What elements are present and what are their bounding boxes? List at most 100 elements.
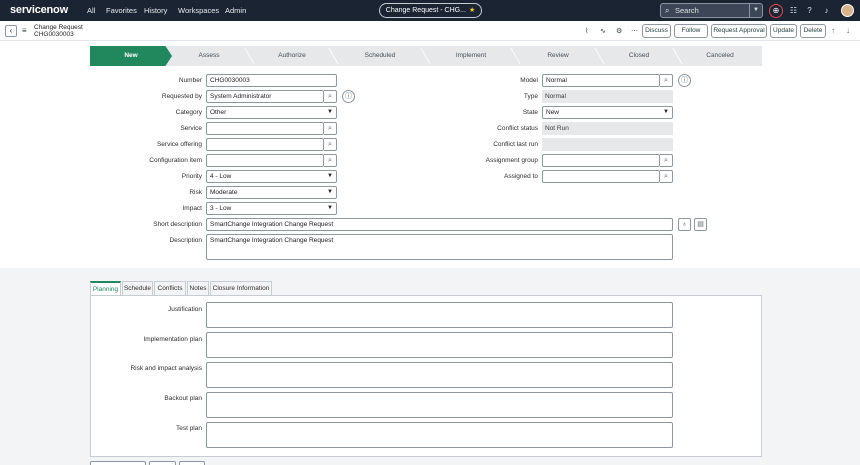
test-plan-textarea[interactable] [206, 422, 673, 448]
tab-schedule[interactable]: Schedule [122, 281, 153, 295]
category-select[interactable]: Other ▼ [206, 106, 337, 119]
bell-icon[interactable]: ♪ [821, 5, 832, 16]
tab-conflicts[interactable]: Conflicts [154, 281, 186, 295]
nav-workspaces[interactable]: Workspaces [178, 6, 219, 15]
chevron-down-icon[interactable]: ▼ [749, 4, 762, 17]
search-icon[interactable]: ⌕ [660, 74, 673, 87]
nav-history[interactable]: History [144, 6, 167, 15]
nav-favorites[interactable]: Favorites [106, 6, 137, 15]
star-icon[interactable]: ★ [469, 7, 475, 14]
description-textarea[interactable]: SmartChange Integration Change Request [206, 234, 673, 260]
avatar[interactable] [841, 4, 854, 17]
discuss-button[interactable]: Discuss [642, 24, 671, 38]
follow-button[interactable]: Follow [674, 24, 708, 38]
search-icon[interactable]: ⌕ [324, 90, 337, 103]
settings-icon[interactable]: ⚙ [616, 27, 622, 35]
model-field[interactable]: Normal [542, 74, 660, 87]
help-icon[interactable]: ? [804, 5, 815, 16]
number-field[interactable]: CHG0030003 [206, 74, 337, 87]
update-button[interactable]: Update [770, 24, 797, 38]
service-field[interactable] [206, 122, 324, 135]
configuration-item-label: Configuration item [149, 157, 202, 164]
bottom-button-stub[interactable] [90, 461, 146, 465]
state-select[interactable]: New ▼ [542, 106, 673, 119]
chat-icon[interactable]: ☷ [788, 5, 799, 16]
hamburger-icon[interactable]: ≡ [22, 26, 27, 35]
request-approval-button[interactable]: Request Approval [711, 24, 767, 38]
delete-button[interactable]: Delete [800, 24, 826, 38]
globe-icon[interactable]: ⊕ [769, 4, 783, 18]
search-icon[interactable]: ⌕ [324, 138, 337, 151]
info-icon[interactable]: ⓘ [678, 74, 691, 87]
justification-label: Justification [168, 306, 202, 313]
paperclip-icon[interactable]: ⌇ [585, 27, 588, 35]
info-icon[interactable]: ⓘ [342, 90, 355, 103]
top-navigation-bar: servicenow All Favorites History Workspa… [0, 0, 860, 21]
assignment-group-field[interactable] [542, 154, 660, 167]
nav-admin[interactable]: Admin [225, 6, 246, 15]
conflict-status-field: Not Run [542, 122, 673, 135]
search-icon[interactable]: ⌕ [660, 154, 673, 167]
search-icon[interactable]: ⌕ [324, 154, 337, 167]
short-description-field[interactable]: SmartChange Integration Change Request [206, 218, 673, 231]
tab-planning[interactable]: Planning [90, 281, 121, 296]
stage-assess: Assess [168, 46, 255, 66]
back-icon[interactable]: ‹ [5, 25, 17, 37]
chevron-down-icon: ▼ [327, 189, 333, 195]
stage-implement: Implement [426, 46, 521, 66]
impact-value: 3 - Low [210, 205, 232, 212]
risk-impact-analysis-textarea[interactable] [206, 362, 673, 388]
tab-closure-information[interactable]: Closure Information [210, 281, 272, 295]
context-pill[interactable]: Change Request - CHG... ★ [379, 3, 482, 18]
global-search[interactable]: ⌕ Search ▼ [660, 3, 763, 18]
implementation-plan-textarea[interactable] [206, 332, 673, 358]
impact-select[interactable]: 3 - Low ▼ [206, 202, 337, 215]
record-type: Change Request [34, 24, 83, 31]
servicenow-logo[interactable]: servicenow [10, 4, 68, 16]
tab-notes[interactable]: Notes [187, 281, 209, 295]
nav-all[interactable]: All [87, 6, 95, 15]
justification-textarea[interactable] [206, 302, 673, 328]
stage-scheduled: Scheduled [334, 46, 431, 66]
assignment-group-label: Assignment group [485, 157, 538, 164]
conflict-last-run-label: Conflict last run [493, 141, 538, 148]
backout-plan-textarea[interactable] [206, 392, 673, 418]
lightbulb-icon[interactable]: ♁ [678, 218, 691, 231]
requested-by-label: Requested by [161, 93, 202, 100]
risk-value: Moderate [210, 189, 238, 196]
category-value: Other [210, 109, 227, 116]
stage-progress-bar: New Assess Authorize Scheduled Implement… [90, 46, 762, 66]
category-label: Category [175, 109, 202, 116]
assigned-to-label: Assigned to [504, 173, 538, 180]
service-label: Service [180, 125, 202, 132]
implementation-plan-label: Implementation plan [143, 336, 202, 343]
risk-select[interactable]: Moderate ▼ [206, 186, 337, 199]
stage-authorize-label: Authorize [278, 52, 306, 59]
bottom-button-stub[interactable] [149, 461, 176, 465]
arrow-up-icon[interactable]: ↑ [831, 26, 835, 35]
requested-by-field[interactable]: System Administrator [206, 90, 324, 103]
configuration-item-field[interactable] [206, 154, 324, 167]
conflict-last-run-field [542, 138, 673, 151]
arrow-down-icon[interactable]: ↓ [846, 26, 850, 35]
search-icon[interactable]: ⌕ [660, 170, 673, 183]
stage-implement-label: Implement [455, 52, 487, 59]
backout-plan-label: Backout plan [164, 395, 202, 402]
priority-select[interactable]: 4 - Low ▼ [206, 170, 337, 183]
more-icon[interactable]: ⋯ [631, 27, 638, 35]
search-icon[interactable]: ⌕ [324, 122, 337, 135]
stage-assess-label: Assess [198, 52, 220, 59]
book-icon[interactable]: ▤ [694, 218, 707, 231]
priority-value: 4 - Low [210, 173, 232, 180]
test-plan-label: Test plan [175, 425, 202, 432]
service-offering-field[interactable] [206, 138, 324, 151]
chevron-down-icon: ▼ [327, 205, 333, 211]
short-description-label: Short description [153, 221, 202, 228]
stage-closed-label: Closed [628, 52, 650, 59]
activity-icon[interactable]: ∿ [600, 27, 606, 35]
risk-label: Risk [189, 189, 202, 196]
chevron-down-icon: ▼ [327, 173, 333, 179]
bottom-button-stub[interactable] [179, 461, 205, 465]
stage-review-label: Review [547, 52, 569, 59]
assigned-to-field[interactable] [542, 170, 660, 183]
